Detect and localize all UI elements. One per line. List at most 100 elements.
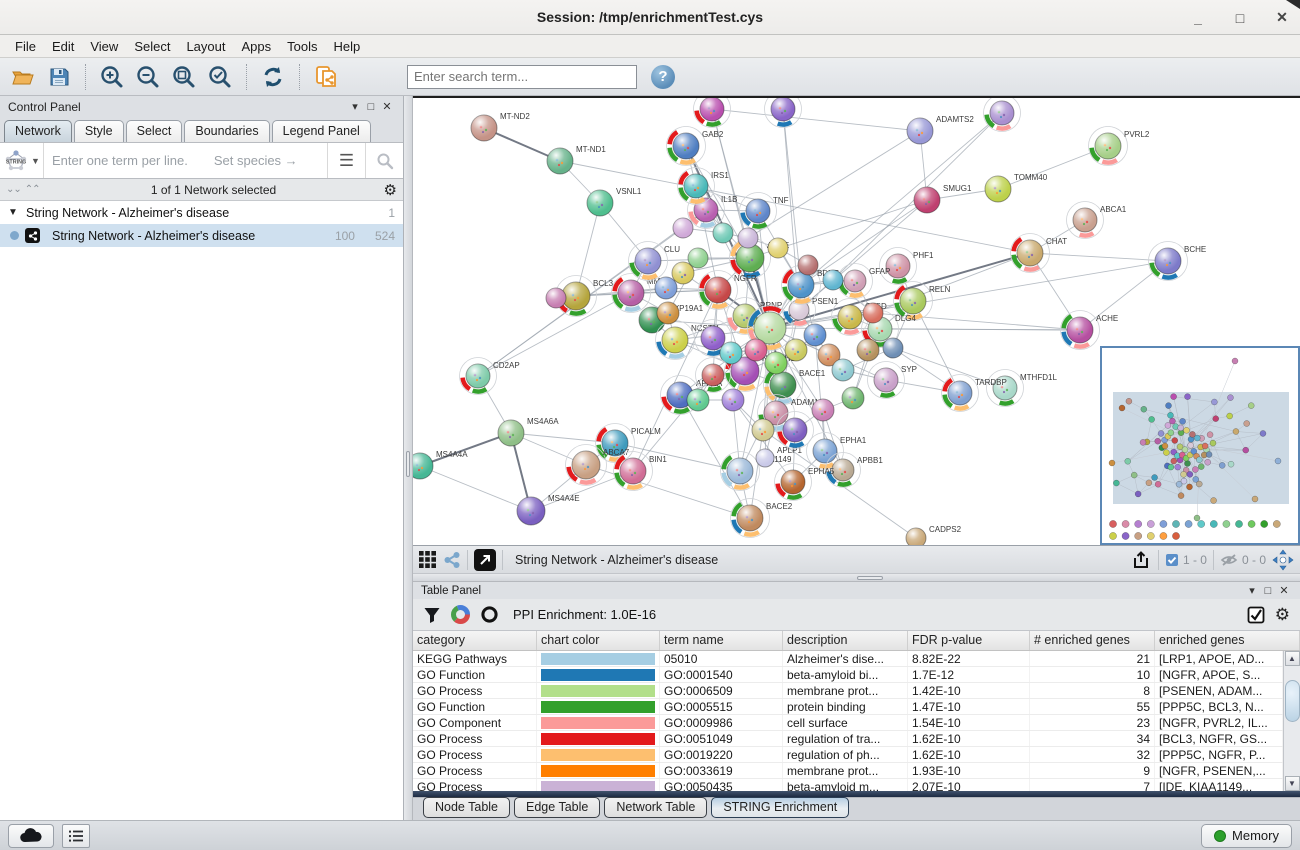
- network-options-gear-icon[interactable]: ⚙: [384, 181, 397, 199]
- network-node[interactable]: CD2AP: [460, 358, 520, 395]
- minimize-icon[interactable]: _: [1190, 10, 1206, 26]
- network-node[interactable]: [657, 302, 679, 324]
- table-row[interactable]: KEGG Pathways05010Alzheimer's dise...8.8…: [413, 651, 1283, 667]
- network-node[interactable]: [713, 223, 733, 243]
- menu-help[interactable]: Help: [327, 37, 368, 56]
- network-node[interactable]: [984, 98, 1021, 132]
- search-input[interactable]: [407, 65, 637, 89]
- menu-file[interactable]: File: [8, 37, 43, 56]
- export-network-button[interactable]: [311, 62, 341, 92]
- memory-status-button[interactable]: Memory: [1201, 824, 1292, 848]
- scrollbar-thumb[interactable]: [1285, 680, 1300, 722]
- table-row[interactable]: GO FunctionGO:0001540beta-amyloid bi...1…: [413, 667, 1283, 683]
- network-node[interactable]: TOMM40: [985, 173, 1048, 202]
- splitter-handle[interactable]: [857, 576, 883, 580]
- network-node[interactable]: [546, 288, 566, 308]
- scroll-down-icon[interactable]: ▼: [1285, 776, 1300, 791]
- tab-legend-panel[interactable]: Legend Panel: [272, 120, 371, 142]
- table-settings-gear-icon[interactable]: ⚙: [1275, 605, 1290, 625]
- column-header-chart-color[interactable]: chart color: [537, 631, 660, 650]
- table-row[interactable]: GO ProcessGO:0033619membrane prot...1.93…: [413, 763, 1283, 779]
- panel-collapse-icon[interactable]: ▾: [347, 100, 363, 113]
- tab-style[interactable]: Style: [74, 120, 124, 142]
- birdseye-view[interactable]: [1100, 346, 1300, 545]
- tab-edge-table[interactable]: Edge Table: [514, 797, 600, 818]
- network-node[interactable]: [883, 338, 903, 358]
- network-node[interactable]: PHF1: [880, 248, 935, 285]
- network-node[interactable]: [694, 98, 731, 128]
- network-node[interactable]: VSNL1: [587, 187, 642, 216]
- network-node[interactable]: [798, 255, 818, 275]
- network-node[interactable]: BIN1: [614, 452, 668, 491]
- network-node[interactable]: CADPS2: [906, 525, 962, 545]
- network-node[interactable]: [687, 389, 709, 411]
- network-node[interactable]: [722, 389, 744, 411]
- table-row[interactable]: GO ComponentGO:0009986cell surface1.54E-…: [413, 715, 1283, 731]
- network-node[interactable]: ADAMTS2: [907, 115, 974, 144]
- network-node[interactable]: SMUG1: [914, 184, 972, 213]
- zoom-selected-button[interactable]: [205, 62, 235, 92]
- tab-select[interactable]: Select: [126, 120, 183, 142]
- menu-select[interactable]: Select: [127, 37, 177, 56]
- filter-icon[interactable]: [423, 606, 441, 624]
- help-icon[interactable]: ?: [651, 65, 675, 89]
- network-tree-row[interactable]: String Network - Alzheimer's disease1005…: [0, 224, 403, 247]
- table-row[interactable]: GO ProcessGO:0051049regulation of tra...…: [413, 731, 1283, 747]
- network-node[interactable]: SYP: [868, 362, 918, 399]
- ring-chart-icon[interactable]: [480, 605, 499, 624]
- network-node[interactable]: [842, 387, 864, 409]
- network-node[interactable]: [673, 218, 693, 238]
- menu-layout[interactable]: Layout: [179, 37, 232, 56]
- network-node[interactable]: BCHE: [1149, 242, 1207, 281]
- network-node[interactable]: [857, 339, 879, 361]
- network-node[interactable]: [863, 303, 883, 323]
- menu-edit[interactable]: Edit: [45, 37, 81, 56]
- network-node[interactable]: [738, 228, 758, 248]
- expand-all-icon[interactable]: ⌃⌃: [25, 184, 40, 195]
- network-node[interactable]: [832, 359, 854, 381]
- network-node[interactable]: [804, 324, 826, 346]
- network-node[interactable]: MT-ND1: [547, 145, 606, 174]
- network-node[interactable]: MTHFD1L: [987, 370, 1058, 407]
- column-header--enriched-genes[interactable]: # enriched genes: [1030, 631, 1155, 650]
- birdseye-grid-icon[interactable]: [419, 551, 437, 569]
- scroll-up-icon[interactable]: ▲: [1285, 651, 1300, 666]
- automation-cloud-button[interactable]: [8, 824, 54, 848]
- zoom-out-button[interactable]: [133, 62, 163, 92]
- network-node[interactable]: [655, 277, 677, 299]
- network-tree-row[interactable]: ▼String Network - Alzheimer's disease1: [0, 201, 403, 224]
- close-icon[interactable]: ✕: [1274, 9, 1290, 26]
- column-header-enriched-genes[interactable]: enriched genes: [1155, 631, 1300, 650]
- string-search-button[interactable]: [365, 143, 403, 178]
- network-node[interactable]: PVRL2: [1089, 127, 1150, 166]
- network-node[interactable]: [823, 270, 843, 290]
- network-node[interactable]: BACE2: [731, 499, 793, 538]
- menu-tools[interactable]: Tools: [280, 37, 324, 56]
- tab-node-table[interactable]: Node Table: [423, 797, 510, 818]
- collapse-all-icon[interactable]: ⌄⌄: [6, 184, 21, 195]
- vertical-splitter[interactable]: [404, 96, 413, 820]
- network-node[interactable]: TNF: [740, 193, 789, 230]
- string-query-input[interactable]: Enter one term per line. Set species →: [44, 153, 327, 168]
- network-node[interactable]: MS4A6A: [498, 417, 559, 446]
- open-session-button[interactable]: [8, 62, 38, 92]
- panel-float-icon[interactable]: □: [1260, 585, 1276, 597]
- splitter-handle[interactable]: [406, 451, 410, 477]
- network-node[interactable]: [765, 98, 802, 128]
- tab-boundaries[interactable]: Boundaries: [184, 120, 269, 142]
- pan-compass-icon[interactable]: [1272, 549, 1294, 571]
- tab-string-enrichment[interactable]: STRING Enrichment: [711, 797, 849, 818]
- panel-close-icon[interactable]: ✕: [379, 100, 395, 113]
- zoom-fit-button[interactable]: [169, 62, 199, 92]
- network-node[interactable]: MS4A4E: [517, 494, 580, 525]
- network-node[interactable]: [765, 352, 787, 374]
- network-node[interactable]: [688, 248, 708, 268]
- network-node[interactable]: [785, 339, 807, 361]
- table-row[interactable]: GO ProcessGO:0006509membrane prot...1.42…: [413, 683, 1283, 699]
- network-node[interactable]: GAB2: [667, 127, 724, 166]
- panel-close-icon[interactable]: ✕: [1276, 584, 1292, 597]
- zoom-in-button[interactable]: [97, 62, 127, 92]
- network-node[interactable]: ABCA1: [1067, 202, 1127, 239]
- save-session-button[interactable]: [44, 62, 74, 92]
- export-view-button[interactable]: [1130, 549, 1152, 571]
